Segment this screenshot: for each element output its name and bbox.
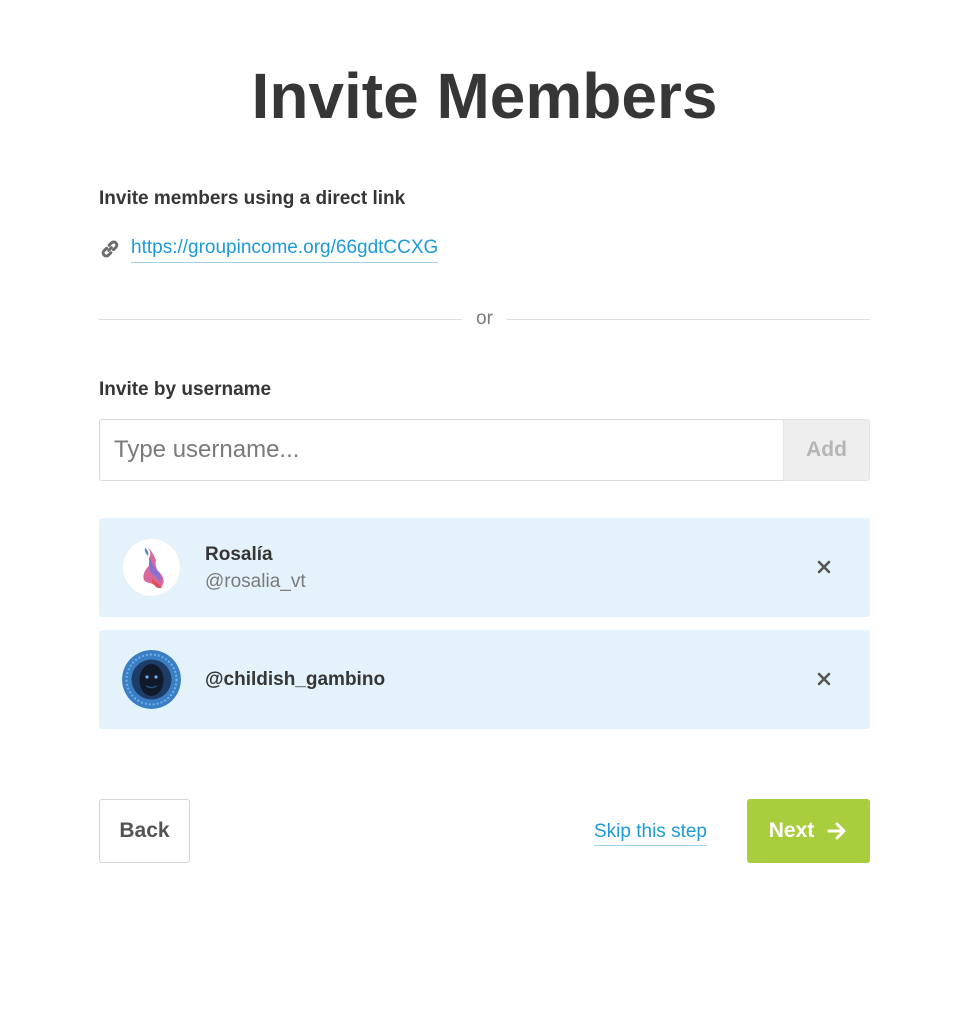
username-input[interactable] (99, 419, 783, 481)
member-card: @childish_gambino (99, 630, 870, 729)
direct-link-label: Invite members using a direct link (99, 188, 406, 209)
member-name: @childish_gambino (205, 669, 386, 690)
member-card: Rosalía @rosalia_vt (99, 518, 870, 617)
divider-text: or (476, 308, 493, 329)
next-button[interactable]: Next (747, 799, 870, 863)
divider-line-left (99, 318, 463, 320)
link-icon (99, 238, 121, 260)
member-name: Rosalía (205, 544, 273, 565)
divider-line-right (506, 318, 870, 320)
avatar (122, 538, 181, 597)
invite-link-url[interactable]: https://groupincome.org/66gdtCCXG (131, 235, 439, 263)
add-button[interactable]: Add (783, 419, 870, 481)
page-title: Invite Members (251, 60, 718, 132)
direct-link-row: https://groupincome.org/66gdtCCXG (99, 234, 439, 264)
avatar (122, 650, 181, 709)
username-input-group: Add (99, 419, 870, 481)
remove-member-button[interactable] (814, 669, 834, 689)
next-button-label: Next (768, 819, 815, 842)
skip-step-link[interactable]: Skip this step (594, 819, 707, 846)
username-invite-label: Invite by username (99, 379, 272, 400)
back-button[interactable]: Back (99, 799, 190, 863)
remove-member-button[interactable] (814, 557, 834, 577)
close-icon (817, 672, 831, 686)
or-divider: or (99, 305, 870, 333)
close-icon (817, 560, 831, 574)
member-handle: @rosalia_vt (205, 571, 306, 592)
arrow-right-icon (827, 822, 846, 840)
